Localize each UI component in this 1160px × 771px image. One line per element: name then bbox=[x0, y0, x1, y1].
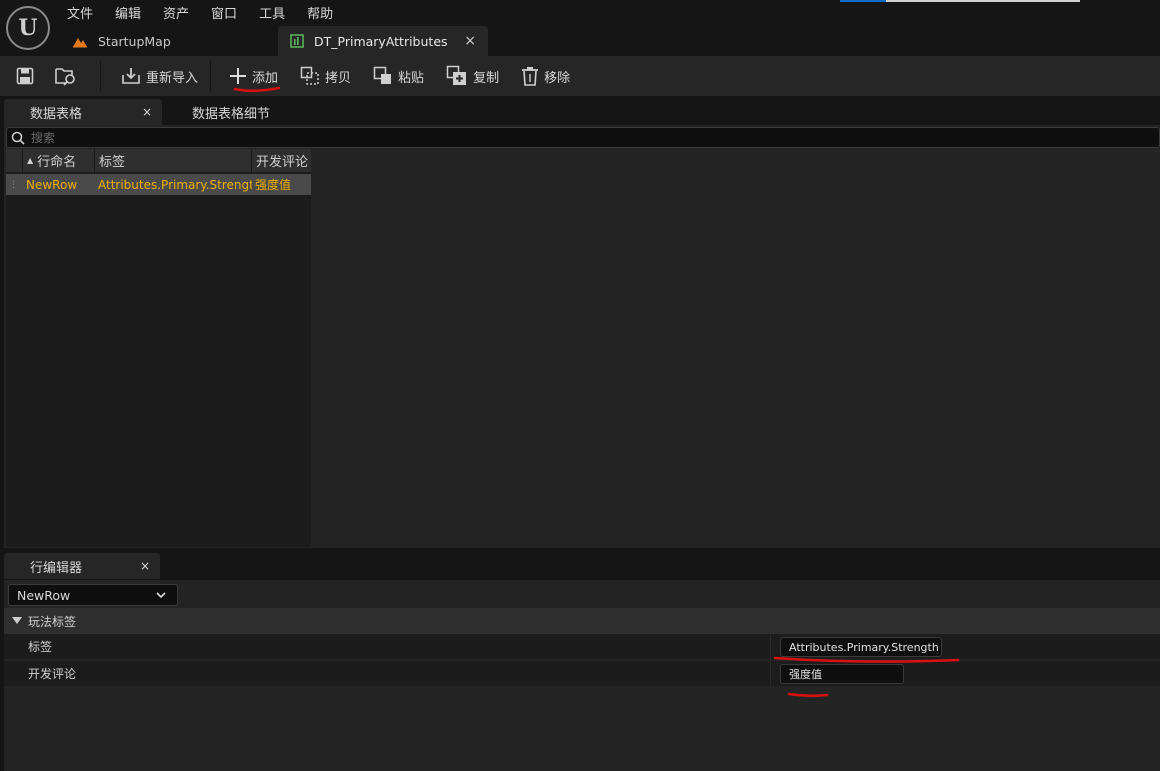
data-table-icon bbox=[290, 34, 304, 48]
search-icon bbox=[11, 131, 25, 145]
toolbar: 重新导入 添加 拷贝 粘贴 复制 移除 bbox=[0, 56, 1160, 96]
unreal-logo-icon[interactable]: U bbox=[6, 6, 50, 50]
annotation-underline bbox=[773, 656, 960, 663]
row-index: ⋮ 1 bbox=[6, 174, 23, 195]
search-input[interactable] bbox=[31, 130, 331, 145]
tab-label: 行编辑器 bbox=[30, 560, 83, 576]
drag-handle-icon[interactable]: ⋮ bbox=[9, 180, 18, 190]
row-comment-cell: 强度值 bbox=[255, 178, 292, 192]
menu-tools[interactable]: 工具 bbox=[248, 0, 296, 24]
copy-icon bbox=[300, 66, 319, 85]
property-row-dev-comment: 开发评论 bbox=[4, 661, 1160, 687]
tag-value-field[interactable] bbox=[780, 637, 942, 657]
title-bar: U 文件 编辑 资产 窗口 工具 帮助 StartupMap DT_Primar… bbox=[0, 0, 1160, 56]
remove-row-button[interactable]: 移除 bbox=[513, 61, 578, 91]
header-label: 标签 bbox=[99, 155, 126, 170]
property-label: 标签 bbox=[28, 640, 53, 654]
row-editor: NewRow 玩法标签 标签 开发评论 bbox=[4, 580, 1160, 771]
paste-icon bbox=[373, 66, 392, 84]
header-row-name[interactable]: ▲ 行命名 bbox=[23, 149, 95, 172]
browse-folder-icon bbox=[55, 68, 75, 86]
tab-startup-map[interactable]: StartupMap bbox=[60, 26, 276, 56]
column-divider[interactable] bbox=[770, 634, 771, 660]
close-icon[interactable]: × bbox=[140, 559, 150, 573]
duplicate-label: 复制 bbox=[473, 70, 500, 86]
header-label: 行命名 bbox=[37, 155, 77, 170]
menu-help[interactable]: 帮助 bbox=[296, 0, 344, 24]
tab-row-editor[interactable]: 行编辑器 × bbox=[4, 553, 160, 579]
property-row-tag: 标签 bbox=[4, 634, 1160, 660]
duplicate-icon bbox=[446, 65, 467, 85]
close-icon[interactable]: × bbox=[142, 105, 152, 119]
category-gameplay-tags[interactable]: 玩法标签 bbox=[4, 608, 1160, 634]
comment-value-field[interactable] bbox=[780, 664, 904, 684]
menu-asset[interactable]: 资产 bbox=[152, 0, 200, 24]
add-label: 添加 bbox=[252, 70, 279, 86]
row-selector-dropdown[interactable]: NewRow bbox=[8, 584, 178, 606]
data-grid: ▲ 行命名 标签 开发评论 ⋮ 1 NewRow Attributes.Prim… bbox=[6, 149, 311, 547]
collapse-triangle-icon bbox=[12, 617, 22, 624]
toolbar-separator bbox=[210, 61, 212, 91]
reimport-icon bbox=[122, 68, 140, 84]
browse-asset-button[interactable] bbox=[47, 61, 96, 91]
plus-icon bbox=[230, 68, 247, 84]
chevron-down-icon bbox=[156, 592, 166, 599]
annotation-underline bbox=[233, 86, 281, 93]
header-dev-comment[interactable]: 开发评论 bbox=[252, 149, 311, 172]
header-tag[interactable]: 标签 bbox=[95, 149, 252, 172]
search-box[interactable] bbox=[6, 127, 1160, 148]
close-icon[interactable]: × bbox=[464, 33, 476, 49]
level-map-icon bbox=[73, 38, 87, 48]
tab-label: DT_PrimaryAttributes bbox=[314, 33, 448, 49]
paste-label: 粘贴 bbox=[398, 70, 425, 86]
table-row[interactable]: ⋮ 1 NewRow Attributes.Primary.Strength 强… bbox=[6, 174, 311, 195]
reimport-label: 重新导入 bbox=[146, 70, 199, 86]
empty-table-space bbox=[311, 149, 1160, 547]
row-tag-cell: Attributes.Primary.Strength bbox=[98, 177, 252, 192]
document-tabs: StartupMap DT_PrimaryAttributes × bbox=[60, 26, 488, 56]
grid-header: ▲ 行命名 标签 开发评论 bbox=[6, 149, 311, 172]
copy-row-button[interactable]: 拷贝 bbox=[292, 61, 359, 91]
table-panel-tabs: 数据表格 × 数据表格细节 bbox=[4, 99, 1160, 125]
top-right-indicator bbox=[840, 0, 1080, 2]
sort-arrow-icon: ▲ bbox=[27, 156, 34, 165]
tab-label: 数据表格 bbox=[30, 106, 83, 122]
tab-data-table-details[interactable]: 数据表格细节 bbox=[162, 99, 322, 125]
tab-label: StartupMap bbox=[98, 33, 171, 49]
tab-label: 数据表格细节 bbox=[192, 106, 271, 122]
trash-icon bbox=[522, 67, 539, 86]
tab-data-table-asset[interactable]: DT_PrimaryAttributes × bbox=[278, 26, 488, 56]
main-menu: 文件 编辑 资产 窗口 工具 帮助 bbox=[56, 0, 344, 24]
row-editor-tabs: 行编辑器 × bbox=[4, 553, 1160, 580]
property-label: 开发评论 bbox=[28, 667, 77, 681]
paste-row-button[interactable]: 粘贴 bbox=[365, 61, 432, 91]
column-divider[interactable] bbox=[770, 661, 771, 687]
data-table-area: ▲ 行命名 标签 开发评论 ⋮ 1 NewRow Attributes.Prim… bbox=[4, 125, 1160, 548]
menu-edit[interactable]: 编辑 bbox=[104, 0, 152, 24]
selected-row-label: NewRow bbox=[17, 587, 71, 603]
save-icon bbox=[16, 67, 34, 85]
save-button[interactable] bbox=[0, 61, 47, 91]
reimport-button[interactable]: 重新导入 bbox=[113, 61, 206, 91]
remove-label: 移除 bbox=[544, 70, 571, 86]
header-index bbox=[6, 149, 23, 172]
copy-label: 拷贝 bbox=[325, 70, 352, 86]
duplicate-row-button[interactable]: 复制 bbox=[438, 61, 507, 91]
menu-window[interactable]: 窗口 bbox=[200, 0, 248, 24]
header-label: 开发评论 bbox=[256, 155, 309, 170]
tab-data-table[interactable]: 数据表格 × bbox=[4, 99, 162, 125]
annotation-underline bbox=[787, 692, 829, 698]
row-name-cell: NewRow bbox=[26, 177, 78, 192]
menu-file[interactable]: 文件 bbox=[56, 0, 104, 24]
category-label: 玩法标签 bbox=[28, 614, 77, 629]
toolbar-separator bbox=[100, 61, 101, 91]
